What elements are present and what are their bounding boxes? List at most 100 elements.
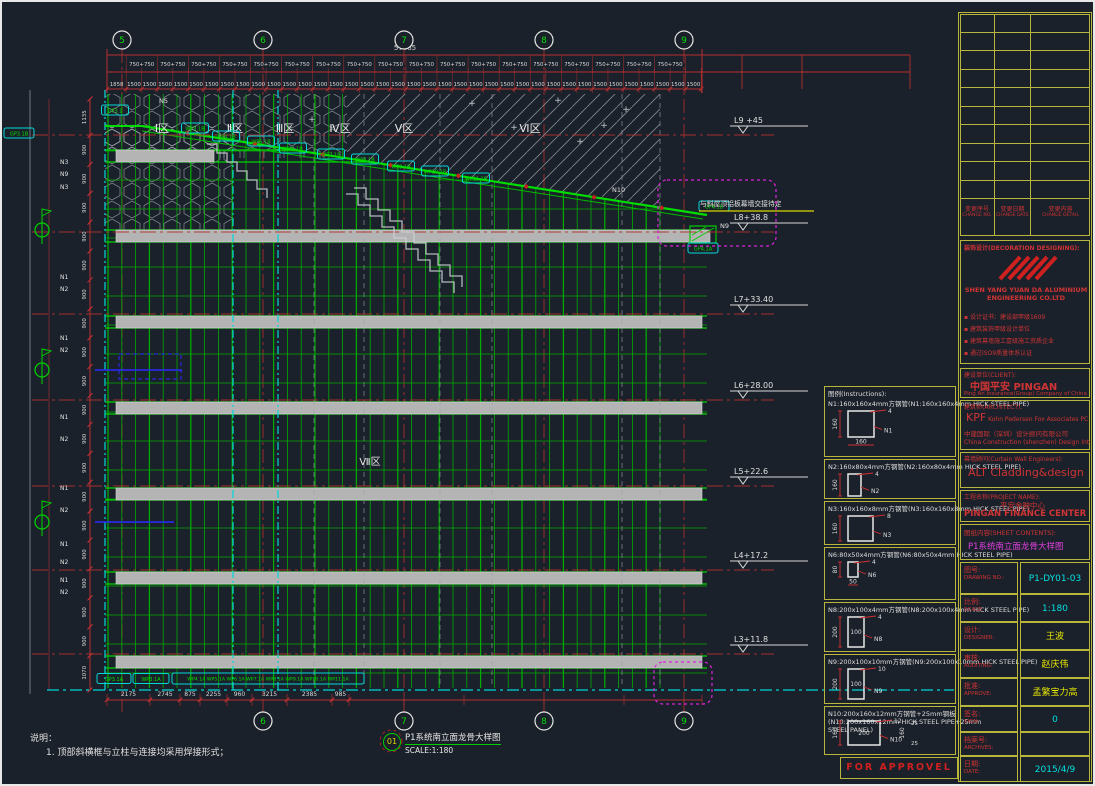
pair-dim: 750+750 bbox=[409, 62, 435, 68]
revision-cell-divider bbox=[994, 33, 995, 52]
pair-dim: 750+750 bbox=[316, 62, 342, 68]
dim-height: 80 bbox=[832, 566, 839, 574]
dim-thickness: 12 bbox=[894, 718, 902, 725]
legend-item-text: N1:160x160x4mm方钢管(N1:160x160x4mm HICK ST… bbox=[828, 398, 958, 407]
pair-dim: 750+750 bbox=[378, 62, 404, 68]
legend-item-text: N8:200x100x4mm方钢管(N8:200x100x4mm HICK ST… bbox=[828, 604, 958, 613]
pair-dim: 750+750 bbox=[440, 62, 466, 68]
dim-flange: 25 bbox=[911, 741, 918, 747]
segment-dim: 1500 bbox=[267, 82, 281, 88]
section-label: N1 bbox=[884, 428, 892, 435]
wp-callout-strip: WP4.1A WP5.1A WP6.1A WP7.1A WP8.1A WP9.1… bbox=[187, 677, 349, 683]
revision-header: 变更日期CHANGE DATE bbox=[994, 199, 1030, 236]
revision-cell-divider bbox=[1030, 88, 1031, 107]
segment-dim: 1500 bbox=[562, 82, 576, 88]
member-label: N2 bbox=[60, 286, 68, 293]
section-diagram-N10: 16020012N101602525 bbox=[830, 718, 940, 753]
segment-dim: 1500 bbox=[189, 82, 203, 88]
revision-cell-divider bbox=[994, 70, 995, 89]
grid-bubble-number: 6 bbox=[260, 717, 266, 727]
left-dim: 900 bbox=[82, 231, 88, 242]
segment-dim: 1500 bbox=[547, 82, 561, 88]
revision-cell-divider bbox=[1030, 162, 1031, 181]
dim-thickness: 10 bbox=[878, 666, 886, 673]
decoration-bullet: ▪ 建筑装饰甲级设计单位 bbox=[964, 324, 1090, 333]
level-triangle bbox=[738, 305, 748, 312]
member-label: N1 bbox=[60, 485, 68, 492]
revision-row bbox=[960, 181, 1090, 200]
dim-thickness: 4 bbox=[878, 614, 882, 621]
decoration-label: 装饰设计(DECORATION DESIGNING): bbox=[964, 243, 1090, 252]
plus-mark: + bbox=[600, 121, 608, 131]
dim-height-right: 160 bbox=[899, 727, 906, 739]
architect-label: 建筑师(ARCHITECT): bbox=[964, 402, 1090, 411]
pair-dim: 750+750 bbox=[160, 62, 186, 68]
level-label: L7+33.40 bbox=[734, 295, 773, 304]
architect-line3: China Construction (shenzhen) Design Int… bbox=[964, 439, 1090, 448]
pair-dim: 750+750 bbox=[502, 62, 528, 68]
grid-bubble-number: 9 bbox=[681, 717, 687, 727]
notes-title: 说明： bbox=[30, 731, 57, 744]
line bbox=[861, 487, 869, 490]
pair-dim: 750+750 bbox=[595, 62, 621, 68]
revision-row bbox=[960, 144, 1090, 163]
architect-kpf: KPF Kohn Pedersen Fox Associates PC bbox=[966, 411, 1092, 420]
section-diagram-N3: 1601608N3 bbox=[830, 513, 940, 543]
revision-row bbox=[960, 107, 1090, 126]
segment-dim: 1500 bbox=[593, 82, 607, 88]
member-label: N3 bbox=[60, 159, 68, 166]
segment-dim: 1500 bbox=[655, 82, 669, 88]
segment-dim: 1500 bbox=[531, 82, 545, 88]
level-triangle bbox=[738, 126, 748, 133]
floor-slab bbox=[116, 572, 702, 584]
zone-label: Ⅶ区 bbox=[359, 456, 380, 468]
pair-dim: 750+750 bbox=[564, 62, 590, 68]
left-dim: 1070 bbox=[82, 665, 88, 679]
revision-cell-divider bbox=[1030, 70, 1031, 89]
gp-callout: GP3.1 bbox=[108, 108, 123, 114]
wp-callout: WP3.1B bbox=[185, 126, 205, 132]
zone-label: Ⅰ区 bbox=[155, 122, 169, 135]
member-label: N1 bbox=[60, 335, 68, 342]
curtain-label: 幕墙顾问(Curtain Wall Engineers): bbox=[964, 454, 1090, 463]
dim-width: 160 bbox=[855, 439, 867, 446]
member-label: N1 bbox=[60, 414, 68, 421]
gp-callout: GP3.1B bbox=[10, 131, 29, 137]
dim-height: 200 bbox=[832, 626, 839, 638]
bottom-dim: 960 bbox=[234, 691, 246, 698]
left-dim: 900 bbox=[82, 404, 88, 415]
dim-height: 160 bbox=[832, 479, 839, 491]
segment-dim: 1500 bbox=[158, 82, 172, 88]
architect-name: KPF bbox=[966, 411, 986, 424]
floor-slab bbox=[116, 656, 702, 668]
member-label: N2 bbox=[60, 589, 68, 596]
segment-dim: 1500 bbox=[485, 82, 499, 88]
dim-flange: 25 bbox=[911, 721, 918, 727]
section-diagram-N9: 20010010N9 bbox=[830, 666, 940, 702]
revision-row bbox=[960, 70, 1090, 89]
field-value: 赵庆伟 bbox=[1020, 650, 1090, 678]
wp-callout: WP7.1B bbox=[321, 152, 341, 158]
revision-cell-divider bbox=[994, 162, 995, 181]
revision-cell-divider bbox=[1030, 107, 1031, 126]
legend-header: 图例(Instructions): bbox=[828, 388, 958, 397]
company-logo bbox=[992, 254, 1062, 282]
segment-dim: 1500 bbox=[329, 82, 343, 88]
segment-dim: 1500 bbox=[609, 82, 623, 88]
dim-thickness: 4 bbox=[888, 408, 892, 415]
dim-thickness: 8 bbox=[887, 513, 891, 520]
company-name: SHEN YANG YUAN DA ALUMINIUM ENGINEERING … bbox=[964, 286, 1088, 306]
segment-dim: 1500 bbox=[687, 82, 701, 88]
left-dim: 900 bbox=[82, 318, 88, 329]
legend-item-text: N6:80x50x4mm方钢管(N6:80x50x4mm HICK STEEL … bbox=[828, 549, 958, 558]
level-triangle bbox=[738, 561, 748, 568]
level-label: L9 +45 bbox=[734, 116, 763, 125]
revision-row bbox=[960, 88, 1090, 107]
pair-dim: 750+750 bbox=[658, 62, 684, 68]
pipe-section bbox=[848, 562, 858, 577]
segment-dim: 1500 bbox=[500, 82, 514, 88]
segment-dim: 1500 bbox=[376, 82, 390, 88]
grid-bubble-number: 9 bbox=[681, 36, 687, 46]
gp-callout: GP4.1A bbox=[694, 246, 713, 252]
bottom-dim: 3215 bbox=[262, 691, 277, 698]
